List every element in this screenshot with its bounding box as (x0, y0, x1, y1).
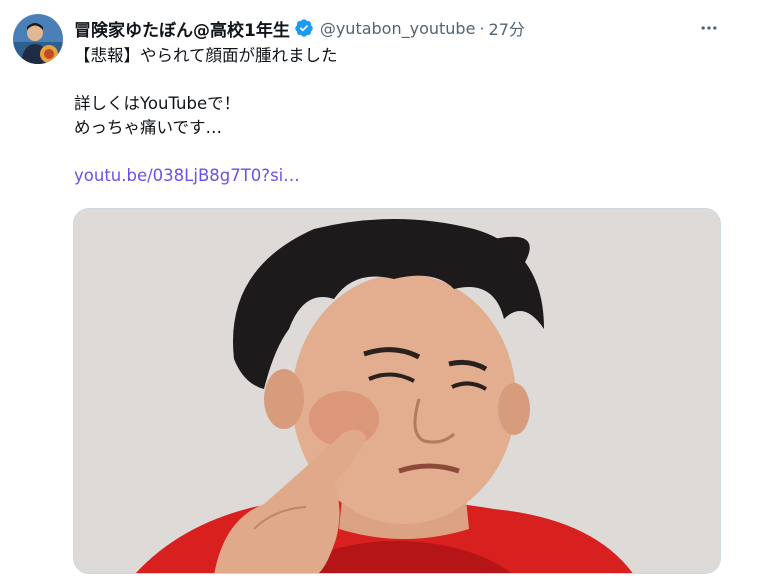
tweet-text-line: 詳しくはYouTubeで！ (74, 94, 241, 113)
youtube-link[interactable]: youtu.be/038LjB8g7T0?si… (74, 166, 300, 185)
more-options-icon[interactable] (695, 14, 723, 42)
separator-dot: · (479, 18, 485, 38)
verified-badge-icon (294, 18, 314, 38)
tweet-photo[interactable] (73, 208, 721, 574)
tweet-text: 【悲報】やられて顔面が腫れました 詳しくはYouTubeで！ めっちゃ痛いです…… (74, 44, 734, 188)
avatar[interactable] (13, 14, 63, 64)
user-handle[interactable]: @yutabon_youtube (320, 19, 476, 38)
tweet-text-line: めっちゃ痛いです… (74, 118, 223, 137)
timestamp[interactable]: 27分 (489, 16, 525, 40)
tweet-text-line: 【悲報】やられて顔面が腫れました (74, 46, 338, 65)
tweet-header: 冒険家ゆたぼん@高校1年生 @yutabon_youtube · 27分 (74, 15, 525, 41)
tweet[interactable]: 冒険家ゆたぼん@高校1年生 @yutabon_youtube · 27分 【悲報… (0, 0, 773, 583)
display-name[interactable]: 冒険家ゆたぼん@高校1年生 (74, 16, 290, 41)
